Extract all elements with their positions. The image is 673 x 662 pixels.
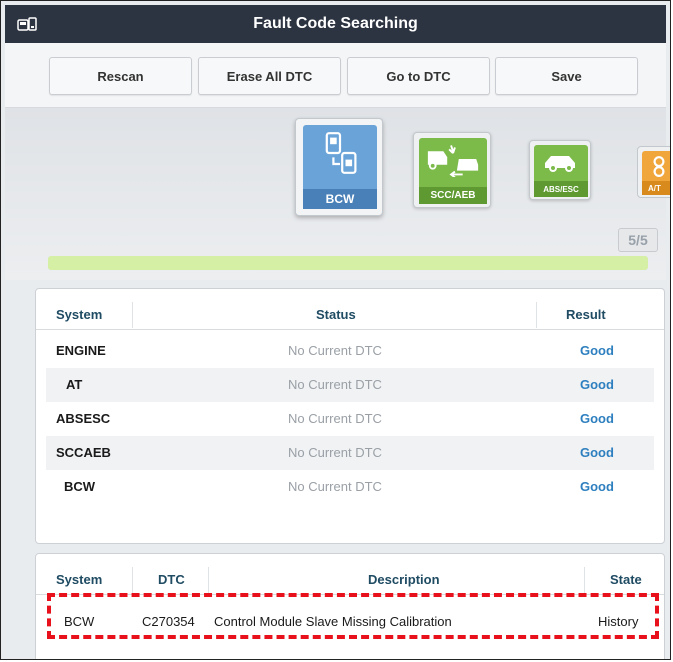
system-tile-at[interactable]: A/T	[637, 146, 670, 198]
row-result: Good	[580, 411, 614, 426]
system-tile-abs-esc[interactable]: ABS/ESC	[529, 140, 591, 200]
system-tile-bcw[interactable]: BCW	[295, 118, 383, 216]
row-status: No Current DTC	[288, 445, 382, 460]
row-system: SCCAEB	[56, 445, 111, 460]
column-divider	[208, 567, 209, 593]
bcw-modules-icon	[325, 132, 357, 174]
row-dtc-code: C270354	[142, 614, 195, 629]
row-system: BCW	[64, 614, 95, 629]
toolbar: Rescan Erase All DTC Go to DTC Save	[5, 43, 666, 108]
page-indicator: 5/5	[618, 228, 658, 252]
row-status: No Current DTC	[288, 411, 382, 426]
row-status: No Current DTC	[288, 343, 382, 358]
gearbox-icon	[653, 156, 665, 177]
row-status: No Current DTC	[288, 479, 382, 494]
save-button[interactable]: Save	[495, 57, 638, 95]
column-divider	[584, 567, 585, 593]
erase-all-dtc-button[interactable]: Erase All DTC	[198, 57, 341, 95]
table-row[interactable]: AT No Current DTC Good	[46, 368, 654, 402]
row-system: ENGINE	[56, 343, 106, 358]
table-row[interactable]: BCW No Current DTC Good	[46, 470, 654, 504]
column-divider	[132, 302, 133, 328]
row-description: Control Module Slave Missing Calibration	[214, 614, 452, 629]
table-row[interactable]: SCCAEB No Current DTC Good	[46, 436, 654, 470]
system-tile-label: A/T	[648, 183, 661, 193]
rescan-button[interactable]: Rescan	[49, 57, 192, 95]
column-divider	[536, 302, 537, 328]
row-system: BCW	[64, 479, 96, 494]
title-bar: Fault Code Searching	[5, 5, 666, 43]
dtc-table: System DTC Description State BCW C270354…	[35, 553, 665, 659]
car-brake-icon	[545, 156, 575, 172]
system-status-table: System Status Result ENGINE No Current D…	[35, 288, 665, 544]
system-carousel[interactable]: BCW SCC/AEB ABS/ESC A/T 5/5	[5, 108, 670, 280]
scan-progress-bar	[48, 256, 648, 270]
car-scan-icon[interactable]	[17, 16, 37, 32]
column-header-system: System	[56, 572, 103, 587]
column-header-system: System	[56, 307, 103, 322]
row-state: History	[598, 614, 639, 629]
go-to-dtc-button[interactable]: Go to DTC	[347, 57, 490, 95]
system-tile-label: BCW	[325, 192, 355, 206]
row-result: Good	[580, 479, 614, 494]
row-result: Good	[580, 445, 614, 460]
system-tile-scc-aeb[interactable]: SCC/AEB	[413, 132, 491, 208]
column-header-dtc: DTC	[158, 572, 185, 587]
header-divider	[36, 594, 664, 595]
table-row[interactable]: ABSESC No Current DTC Good	[46, 402, 654, 436]
column-header-state: State	[610, 572, 642, 587]
column-header-description: Description	[368, 572, 440, 587]
app-window: Fault Code Searching Rescan Erase All DT…	[0, 0, 671, 660]
row-system: ABSESC	[56, 411, 111, 426]
column-header-status: Status	[316, 307, 356, 322]
row-system: AT	[66, 377, 83, 392]
system-tile-label: ABS/ESC	[543, 184, 579, 194]
row-status: No Current DTC	[288, 377, 382, 392]
column-header-result: Result	[566, 307, 606, 322]
collision-avoid-icon	[427, 145, 479, 177]
system-tile-label: SCC/AEB	[430, 190, 476, 201]
page-title: Fault Code Searching	[253, 15, 418, 32]
row-result: Good	[580, 343, 614, 358]
scan-progress-fill	[48, 256, 648, 270]
column-divider	[132, 567, 133, 593]
table-row[interactable]: ENGINE No Current DTC Good	[46, 334, 654, 368]
row-result: Good	[580, 377, 614, 392]
header-divider	[36, 329, 664, 330]
